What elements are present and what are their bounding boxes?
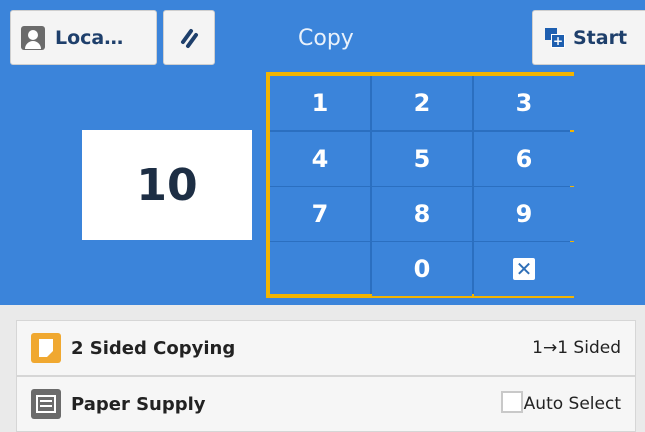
two-sided-icon	[31, 333, 61, 363]
settings-list: 2 Sided Copying 1→1 Sided Paper Supply A…	[16, 320, 636, 432]
key-5[interactable]: 5	[372, 132, 472, 186]
location-button[interactable]: Loca…	[10, 10, 157, 65]
user-icon	[21, 25, 45, 50]
auto-select-checkbox[interactable]	[501, 391, 523, 413]
key-4[interactable]: 4	[270, 132, 370, 186]
key-6[interactable]: 6	[474, 132, 574, 186]
numeric-keypad: 1 2 3 4 5 6 7 8 9 0 ✕	[266, 72, 574, 298]
key-7[interactable]: 7	[270, 187, 370, 241]
list-item-paper-supply[interactable]: Paper Supply Auto Select	[16, 376, 636, 432]
copy-panel: Loca… Copy + Start 10 1 2 3 4 5 6 7 8 9 …	[0, 0, 645, 305]
location-label: Loca…	[55, 26, 124, 49]
start-copy-icon: +	[545, 27, 565, 48]
key-1[interactable]: 1	[270, 76, 370, 130]
clear-key[interactable]: ✕	[474, 242, 574, 296]
reset-icon	[181, 28, 198, 48]
reset-button[interactable]	[163, 10, 215, 65]
key-3[interactable]: 3	[474, 76, 574, 130]
key-9[interactable]: 9	[474, 187, 574, 241]
paper-tray-icon	[31, 389, 61, 419]
list-item-2-sided-copying[interactable]: 2 Sided Copying 1→1 Sided	[16, 320, 636, 376]
start-label: Start	[573, 26, 628, 49]
key-0[interactable]: 0	[372, 242, 472, 296]
page-title: Copy	[298, 26, 354, 51]
setting-value: 1→1 Sided	[532, 338, 621, 358]
copy-count-display[interactable]: 10	[82, 130, 252, 240]
key-8[interactable]: 8	[372, 187, 472, 241]
clear-x-icon: ✕	[513, 258, 535, 280]
start-button[interactable]: + Start	[532, 10, 645, 65]
setting-label: 2 Sided Copying	[71, 337, 236, 359]
key-2[interactable]: 2	[372, 76, 472, 130]
setting-value: Auto Select	[523, 394, 621, 414]
